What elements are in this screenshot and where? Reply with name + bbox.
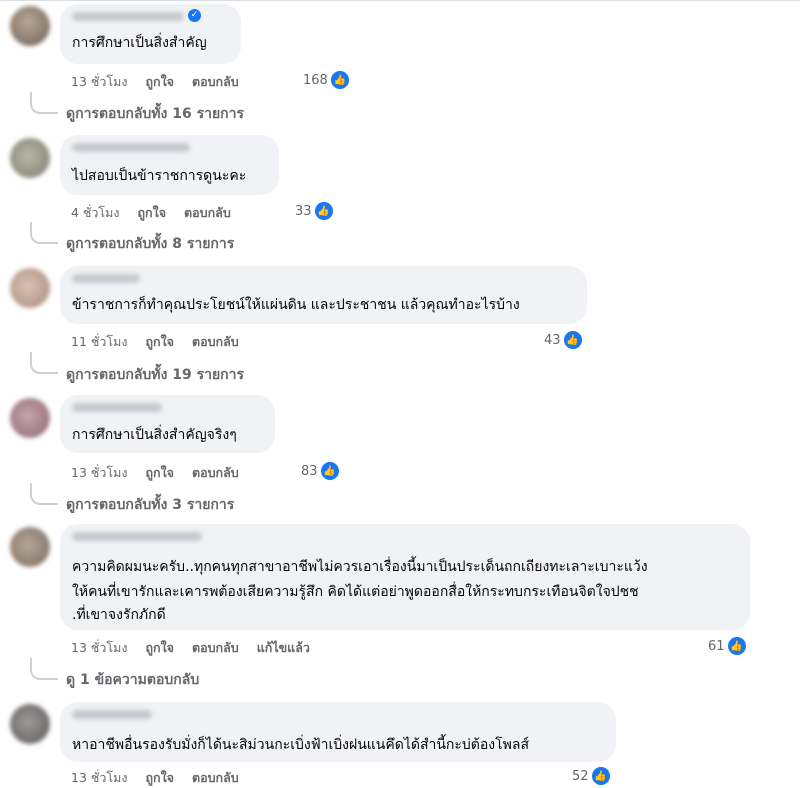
author-name[interactable] xyxy=(72,12,184,21)
avatar[interactable] xyxy=(10,704,50,744)
comment-text-line-3: .ที่เขาจงรักภักดี xyxy=(72,607,166,623)
reply-button[interactable]: ตอบกลับ xyxy=(192,768,239,788)
comment-text-line-1: ความคิดผมนะครับ..ทุกคนทุกสาขาอาชีพไม่ควร… xyxy=(72,559,648,575)
reaction-number: 43 xyxy=(544,332,561,348)
like-button[interactable]: ถูกใจ xyxy=(145,768,174,788)
comment-actions: 13 ชั่วโมง ถูกใจ ตอบกลับ xyxy=(71,72,253,92)
comment-bubble: ไปสอบเป็นข้าราชการดูนะคะ xyxy=(60,135,279,195)
view-replies-link[interactable]: ดูการตอบกลับทั้ง 8 รายการ xyxy=(66,233,234,255)
comment-actions: 4 ชั่วโมง ถูกใจ ตอบกลับ xyxy=(71,203,245,223)
avatar[interactable] xyxy=(10,398,50,438)
reaction-number: 83 xyxy=(301,463,318,479)
author-name[interactable] xyxy=(72,274,140,283)
thread-connector xyxy=(30,658,58,680)
reply-button[interactable]: ตอบกลับ xyxy=(192,638,239,658)
reaction-number: 61 xyxy=(708,638,725,654)
avatar[interactable] xyxy=(10,527,50,567)
reaction-count[interactable]: 83 👍 xyxy=(301,461,340,481)
like-button[interactable]: ถูกใจ xyxy=(137,203,166,223)
thumbs-up-icon: 👍 xyxy=(590,766,611,786)
view-replies-link[interactable]: ดูการตอบกลับทั้ง 3 รายการ xyxy=(66,494,234,516)
view-replies-link[interactable]: ดูการตอบกลับทั้ง 16 รายการ xyxy=(66,103,244,125)
comment-text-line-2: ให้คนที่เขารักและเคารพต้องเสียความรู้สึก… xyxy=(72,584,639,600)
avatar[interactable] xyxy=(10,138,50,178)
reply-button[interactable]: ตอบกลับ xyxy=(184,203,231,223)
avatar[interactable] xyxy=(10,6,50,46)
reaction-count[interactable]: 168 👍 xyxy=(303,70,350,90)
reaction-number: 33 xyxy=(295,203,312,219)
author-name[interactable] xyxy=(72,710,152,719)
timestamp[interactable]: 13 ชั่วโมง xyxy=(71,72,127,92)
like-button[interactable]: ถูกใจ xyxy=(145,638,174,658)
thumbs-up-icon: 👍 xyxy=(726,636,747,656)
reply-button[interactable]: ตอบกลับ xyxy=(192,463,239,483)
thumbs-up-icon: 👍 xyxy=(319,461,340,481)
reply-button[interactable]: ตอบกลับ xyxy=(192,332,239,352)
author-name[interactable] xyxy=(72,143,190,152)
view-replies-link[interactable]: ดูการตอบกลับทั้ง 19 รายการ xyxy=(66,364,244,386)
top-divider xyxy=(0,0,800,1)
timestamp[interactable]: 13 ชั่วโมง xyxy=(71,768,127,788)
reaction-count[interactable]: 52 👍 xyxy=(572,766,611,786)
reply-button[interactable]: ตอบกลับ xyxy=(192,72,239,92)
comment-bubble: การศึกษาเป็นสิ่งสำคัญจริงๆ xyxy=(60,395,275,453)
comment-actions: 13 ชั่วโมง ถูกใจ ตอบกลับ xyxy=(71,463,253,483)
comment-text: หาอาชีพอื่นรองรับมั่งก็ได้นะสิม่วนกะเบิ่… xyxy=(72,737,530,753)
thumbs-up-icon: 👍 xyxy=(313,201,334,221)
comment-actions: 13 ชั่วโมง ถูกใจ ตอบกลับ xyxy=(71,768,253,788)
comment-bubble: ข้าราชการก็ทำคุณประโยชน์ให้แผ่นดิน และปร… xyxy=(60,266,587,324)
verified-badge-icon: ✓ xyxy=(188,9,201,22)
timestamp[interactable]: 4 ชั่วโมง xyxy=(71,203,120,223)
comment-bubble: ✓ การศึกษาเป็นสิ่งสำคัญ xyxy=(60,4,241,64)
thumbs-up-icon: 👍 xyxy=(562,330,583,350)
view-replies-link[interactable]: ดู 1 ข้อความตอบกลับ xyxy=(66,669,199,691)
timestamp[interactable]: 13 ชั่วโมง xyxy=(71,638,127,658)
comment-bubble: หาอาชีพอื่นรองรับมั่งก็ได้นะสิม่วนกะเบิ่… xyxy=(60,702,616,762)
thumbs-up-icon: 👍 xyxy=(329,70,350,90)
thread-connector xyxy=(30,222,58,244)
thread-connector xyxy=(30,483,58,505)
comment-text: ไปสอบเป็นข้าราชการดูนะคะ xyxy=(72,168,247,184)
like-button[interactable]: ถูกใจ xyxy=(145,463,174,483)
comment-bubble: ความคิดผมนะครับ..ทุกคนทุกสาขาอาชีพไม่ควร… xyxy=(60,524,750,630)
timestamp[interactable]: 13 ชั่วโมง xyxy=(71,463,127,483)
reaction-count[interactable]: 43 👍 xyxy=(544,330,583,350)
edited-label[interactable]: แก้ไขแล้ว xyxy=(257,638,310,658)
comment-text: ข้าราชการก็ทำคุณประโยชน์ให้แผ่นดิน และปร… xyxy=(72,297,520,313)
like-button[interactable]: ถูกใจ xyxy=(145,332,174,352)
thread-connector xyxy=(30,92,58,114)
reaction-number: 168 xyxy=(303,72,328,88)
author-name[interactable] xyxy=(72,403,162,412)
comment-text: การศึกษาเป็นสิ่งสำคัญ xyxy=(72,35,207,51)
reaction-count[interactable]: 33 👍 xyxy=(295,201,334,221)
comment-actions: 11 ชั่วโมง ถูกใจ ตอบกลับ xyxy=(71,332,253,352)
author-name[interactable] xyxy=(72,532,202,541)
reaction-count[interactable]: 61 👍 xyxy=(708,636,747,656)
timestamp[interactable]: 11 ชั่วโมง xyxy=(71,332,127,352)
avatar[interactable] xyxy=(10,268,50,308)
reaction-number: 52 xyxy=(572,768,589,784)
thread-connector xyxy=(30,352,58,374)
comment-actions: 13 ชั่วโมง ถูกใจ ตอบกลับ แก้ไขแล้ว xyxy=(71,638,324,658)
comment-text: การศึกษาเป็นสิ่งสำคัญจริงๆ xyxy=(72,427,237,443)
like-button[interactable]: ถูกใจ xyxy=(145,72,174,92)
